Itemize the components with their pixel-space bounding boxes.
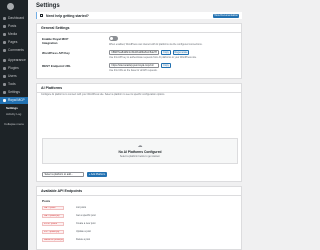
plugin-icon — [3, 67, 6, 70]
sidebar-item-appearance[interactable]: Appearance — [0, 57, 28, 64]
endpoint-badge: GET /posts/{id} — [42, 214, 64, 218]
ai-platforms-heading: AI Platforms — [37, 84, 241, 93]
dashboard-icon — [3, 17, 6, 20]
empty-state: ☁ No AI Platforms Configured Select a pl… — [42, 138, 238, 164]
endpoints-card: Available API Endpoints Posts GET /posts… — [36, 186, 242, 250]
user-icon — [3, 75, 6, 78]
view-documentation-button[interactable]: View Documentation — [213, 13, 239, 18]
sidebar-item-dashboard[interactable]: Dashboard — [0, 15, 28, 22]
endpoint-description: Create a new post — [76, 222, 96, 226]
api-key-input[interactable]: b88d7fea84d8c1c3bd4b1d9fe8c2c6de78 — [109, 50, 159, 55]
brush-icon — [3, 59, 6, 62]
sidebar-item-pages[interactable]: Pages — [0, 39, 28, 46]
wrench-icon — [3, 83, 6, 86]
admin-sidebar: Dashboard Posts Media Pages Comments App… — [0, 0, 28, 250]
endpoint-url-input[interactable]: https://site.local/wp-json/royal-mcp/v1/ — [109, 63, 159, 68]
submenu-activity-log[interactable]: Activity Log — [6, 112, 21, 116]
page-icon — [3, 41, 6, 44]
page-title: Settings — [36, 3, 60, 9]
sidebar-item-plugins[interactable]: Plugins — [0, 65, 28, 72]
sidebar-item-tools[interactable]: Tools — [0, 81, 28, 88]
copy-api-key-button[interactable]: Copy — [161, 50, 171, 55]
collapse-menu[interactable]: Collapse menu — [4, 122, 24, 126]
ai-platforms-card: AI Platforms Configure AI platforms to c… — [36, 83, 242, 182]
endpoint-description: Get a specific post — [76, 214, 96, 218]
sidebar-item-media[interactable]: Media — [0, 31, 28, 38]
platform-select[interactable]: Select a platform to add... — [42, 172, 84, 177]
endpoint-badge: POST /posts — [42, 222, 64, 226]
comment-icon — [3, 49, 6, 52]
settings-icon — [3, 91, 6, 94]
endpoint-row: PUT /posts/{id} Update a post — [42, 230, 91, 234]
empty-state-subtitle: Select a platform below to get started. — [119, 155, 161, 158]
wordpress-logo-icon[interactable] — [7, 3, 14, 10]
empty-state-title: No AI Platforms Configured — [118, 150, 162, 154]
endpoint-group-posts: Posts — [42, 199, 51, 203]
sidebar-item-users[interactable]: Users — [0, 73, 28, 80]
endpoint-row: DELETE /posts/{id} Delete a post — [42, 238, 90, 242]
endpoint-badge: DELETE /posts/{id} — [42, 238, 64, 242]
enable-description: When enabled, WordPress can interact wit… — [109, 43, 203, 46]
endpoint-description: List posts — [76, 206, 87, 210]
add-platform-button[interactable]: + Add Platform — [87, 172, 107, 177]
cloud-icon: ☁ — [137, 143, 143, 149]
notice-text: Need help getting started? — [46, 13, 89, 18]
endpoint-description: Update a post — [76, 230, 91, 234]
info-icon — [40, 14, 43, 17]
endpoint-badge: PUT /posts/{id} — [42, 230, 64, 234]
sidebar-item-posts[interactable]: Posts — [0, 23, 28, 30]
general-settings-card: General Settings Enable Royal MCP Integr… — [36, 23, 242, 79]
media-icon — [3, 33, 6, 36]
regenerate-api-key-button[interactable]: Regenerate — [173, 50, 189, 55]
enable-label: Enable Royal MCP Integration — [42, 37, 69, 45]
url-description: Use this URL as the base for all API req… — [109, 69, 158, 72]
sidebar-item-royal-mcp[interactable]: Royal MCP — [0, 97, 28, 104]
endpoints-heading: Available API Endpoints — [37, 187, 241, 196]
general-settings-heading: General Settings — [37, 24, 241, 33]
api-key-label: WordPress API Key — [42, 51, 70, 55]
main-content: Settings Need help getting started? View… — [28, 0, 250, 250]
help-notice: Need help getting started? View Document… — [36, 12, 242, 19]
pin-icon — [3, 25, 6, 28]
enable-row: Enable Royal MCP Integration — [42, 37, 82, 45]
api-key-description: Use this API key to authenticate request… — [109, 56, 197, 59]
endpoint-description: Delete a post — [76, 238, 91, 242]
url-label: REST Endpoint URL — [42, 64, 71, 68]
endpoint-row: POST /posts Create a new post — [42, 222, 95, 226]
api-key-row: WordPress API Key — [42, 51, 82, 55]
sidebar-item-settings[interactable]: Settings — [0, 89, 28, 96]
mcp-icon — [3, 99, 6, 102]
enable-toggle[interactable] — [109, 36, 118, 41]
url-row: REST Endpoint URL — [42, 64, 82, 68]
ai-platforms-description: Configure AI platforms to connect with y… — [41, 93, 165, 96]
endpoint-badge: GET /posts — [42, 206, 64, 210]
endpoint-row: GET /posts List posts — [42, 206, 86, 210]
submenu-settings[interactable]: Settings — [6, 106, 18, 110]
copy-url-button[interactable]: Copy — [161, 63, 171, 68]
endpoint-row: GET /posts/{id} Get a specific post — [42, 214, 96, 218]
sidebar-item-comments[interactable]: Comments — [0, 47, 28, 54]
